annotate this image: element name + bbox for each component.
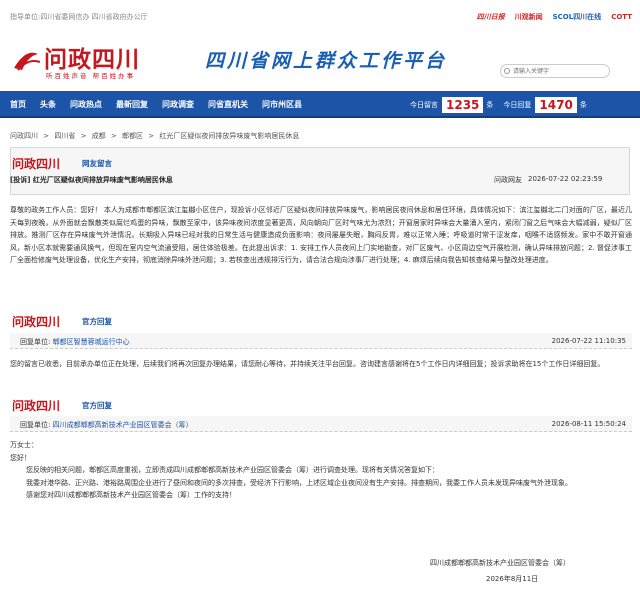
reply1-body: 您的留言已收悉，目前承办单位正在处理，后续我们将再次回复办理结果，请您耐心等待，… xyxy=(10,360,605,368)
stat-label-messages: 今日留言 xyxy=(410,100,438,109)
reply2-unit-key: 回复单位: xyxy=(20,421,51,429)
reply2-time: 2026-08-11 15:50:24 xyxy=(551,420,626,428)
breadcrumb-sep: > xyxy=(148,132,155,140)
nav-home[interactable]: 首页 xyxy=(10,99,26,110)
banner: 问政四川 听百姓声音 帮百姓办事 四川省网上群众工作平台 xyxy=(0,34,640,89)
section-label-reply: 官方回复 xyxy=(82,401,112,410)
reply2-body: 万女士： 您好！ 您反映的相关问题，郫都区高度重视，立即责成四川成都郫都高新技术… xyxy=(10,439,632,502)
message-time: 2026-07-22 02:23:59 xyxy=(528,175,603,183)
reply2-para2: 我委对港华路、正兴路、港裕路周围企业进行了昼间和夜间的多次排查，受经济下行影响，… xyxy=(26,478,572,487)
nav-headlines[interactable]: 头条 xyxy=(40,99,56,110)
section-logo: 问政四川 xyxy=(12,399,61,413)
message-title: [投诉] 红光厂区疑似夜间排放异味废气影响居民休息 xyxy=(10,176,173,184)
nav-provincial[interactable]: 问省直机关 xyxy=(208,99,248,110)
reply2-sign-org: 四川成都郫都高新技术产业园区管委会（筹） xyxy=(430,559,570,567)
stat-label-replies: 今日回复 xyxy=(503,100,532,109)
nav-city-county[interactable]: 问市州区县 xyxy=(262,99,302,110)
breadcrumb-sep: > xyxy=(110,132,117,140)
nav-hot[interactable]: 问政热点 xyxy=(70,99,102,110)
logo-text: 问政四川 xyxy=(44,46,140,73)
breadcrumb-city[interactable]: 成都 xyxy=(92,132,106,140)
message-author: 问政网友 xyxy=(494,176,522,184)
partner-chuanguan[interactable]: 川观新闻 xyxy=(515,12,543,22)
section-label-reply: 官方回复 xyxy=(82,317,112,326)
nav-survey[interactable]: 问政调查 xyxy=(162,99,194,110)
partner-scol[interactable]: SCOL四川在线 xyxy=(553,12,602,22)
reply2-section-head: 问政四川 官方回复 xyxy=(10,397,630,414)
breadcrumb-current: 红光厂区疑似夜间排放异味废气影响居民休息 xyxy=(159,132,300,140)
reply2-salutation: 万女士： xyxy=(10,441,38,449)
reply2-para3: 感谢您对四川成都郫都高新技术产业园区管委会（筹）工作的支持！ xyxy=(26,491,236,500)
message-body: 尊敬的政务工作人员：您好！ 本人为成都市郫都区滨江玺樾小区住户，现投诉小区邻近厂… xyxy=(10,206,632,265)
stat-value-replies: 1470 xyxy=(535,96,577,113)
reply1-time: 2026-07-22 11:10:35 xyxy=(551,337,626,345)
stat-unit-messages: 条 xyxy=(486,100,494,109)
top-bar: 指导单位:四川省委网信办 四川省政府办公厅 四川日报 川观新闻 SCOL四川在线… xyxy=(0,0,640,34)
main-nav: 首页 头条 问政热点 最新回复 问政调查 问省直机关 问市州区县 今日留言 12… xyxy=(0,91,640,118)
search-input[interactable] xyxy=(500,64,610,78)
logo-slogan: 听百姓声音 帮百姓办事 xyxy=(46,72,136,80)
section-logo: 问政四川 xyxy=(12,157,61,171)
reply1-meta-bar: 回复单位: 郫都区智慧蓉城运行中心 2026-07-22 11:10:35 xyxy=(10,333,632,349)
breadcrumb-sep: > xyxy=(43,132,50,140)
nav-latest-reply[interactable]: 最新回复 xyxy=(116,99,148,110)
reply2-greeting: 您好！ xyxy=(10,453,31,462)
breadcrumb-province[interactable]: 四川省 xyxy=(54,132,75,140)
breadcrumb-district[interactable]: 郫都区 xyxy=(122,132,143,140)
breadcrumb-home[interactable]: 问政四川 xyxy=(10,132,38,140)
reply1-unit-key: 回复单位: xyxy=(20,338,51,346)
breadcrumb: 问政四川 > 四川省 > 成都 > 郫都区 > 红光厂区疑似夜间排放异味废气影响… xyxy=(10,131,302,141)
sponsor-text: 指导单位:四川省委网信办 四川省政府办公厅 xyxy=(10,13,148,21)
logo-mark-icon xyxy=(14,52,41,71)
section-label-message: 网友留言 xyxy=(82,159,112,168)
reply1-unit: 回复单位: 郫都区智慧蓉城运行中心 xyxy=(20,337,130,347)
section-logo: 问政四川 xyxy=(12,315,61,329)
stat-value-messages: 1235 xyxy=(442,96,484,113)
reply2-unit-name[interactable]: 四川成都郫都高新技术产业园区管委会（筹） xyxy=(53,421,193,429)
daily-stats: 今日留言 1235 条 今日回复 1470 条 xyxy=(410,91,597,118)
reply2-meta-bar: 回复单位: 四川成都郫都高新技术产业园区管委会（筹） 2026-08-11 15… xyxy=(10,416,632,432)
reply2-sign-date: 2026年8月11日 xyxy=(486,575,539,583)
stat-unit-replies: 条 xyxy=(579,100,587,109)
reply2-para1: 您反映的相关问题，郫都区高度重视，立即责成四川成都郫都高新技术产业园区管委会（筹… xyxy=(26,466,439,475)
search-icon[interactable] xyxy=(504,68,510,74)
partner-logos: 四川日报 川观新闻 SCOL四川在线 COTT xyxy=(477,12,632,22)
reply1-unit-name[interactable]: 郫都区智慧蓉城运行中心 xyxy=(53,338,130,346)
reply2-unit: 回复单位: 四川成都郫都高新技术产业园区管委会（筹） xyxy=(20,420,193,430)
platform-title: 四川省网上群众工作平台 xyxy=(205,50,448,72)
partner-cott[interactable]: COTT xyxy=(611,13,632,21)
reply1-section-head: 问政四川 官方回复 xyxy=(10,313,630,330)
partner-sichuan-daily[interactable]: 四川日报 xyxy=(477,12,505,22)
message-section-head: 问政四川 网友留言 xyxy=(10,155,630,172)
breadcrumb-sep: > xyxy=(80,132,87,140)
site-logo[interactable]: 问政四川 听百姓声音 帮百姓办事 xyxy=(10,40,190,84)
